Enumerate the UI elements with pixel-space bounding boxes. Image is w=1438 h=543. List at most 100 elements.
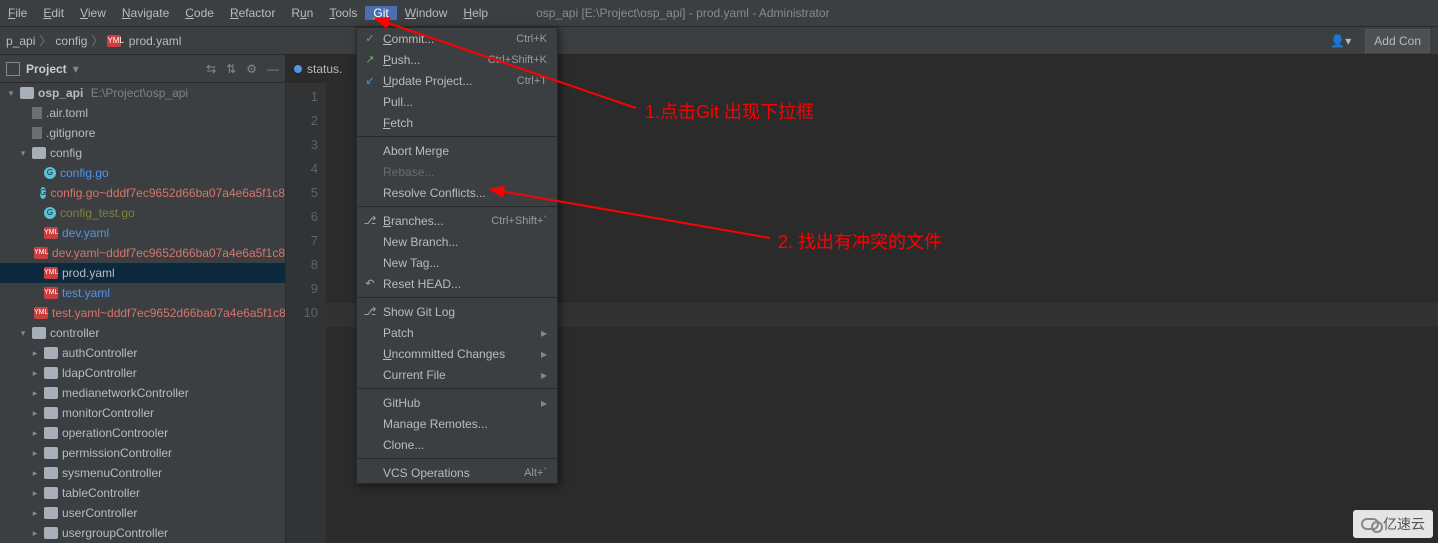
breadcrumb-bar: p_api 〉 config 〉 YML prod.yaml 👤▾ Add Co…	[0, 27, 1438, 55]
add-configuration-button[interactable]: Add Con	[1365, 29, 1430, 53]
expand-toggle-icon[interactable]: ▸	[30, 508, 40, 519]
menu-git[interactable]: Git	[365, 6, 396, 20]
git-menu-item[interactable]: Manage Remotes...	[357, 413, 557, 434]
git-menu-item[interactable]: ↶Reset HEAD...	[357, 273, 557, 294]
breadcrumb-seg[interactable]: config	[55, 34, 87, 48]
expand-toggle-icon[interactable]: ▸	[30, 408, 40, 419]
tree-label: config.go~dddf7ec9652d66ba07a4e6a5f1c8	[50, 186, 285, 200]
git-menu-item[interactable]: Clone...	[357, 434, 557, 455]
tree-row[interactable]: ▸tableController	[0, 483, 285, 503]
breadcrumb-seg[interactable]: YML prod.yaml	[107, 34, 181, 48]
expand-toggle-icon[interactable]: ▾	[18, 148, 28, 159]
tree-row[interactable]: ▾osp_api E:\Project\osp_api	[0, 83, 285, 103]
expand-toggle-icon[interactable]: ▸	[30, 448, 40, 459]
project-icon	[6, 62, 20, 76]
menu-tools[interactable]: Tools	[321, 6, 365, 20]
git-menu-item[interactable]: Abort Merge	[357, 140, 557, 161]
git-menu-item[interactable]: Patch▸	[357, 322, 557, 343]
git-menu-item[interactable]: VCS OperationsAlt+`	[357, 462, 557, 483]
tree-row[interactable]: ▾ config	[0, 143, 285, 163]
tree-row[interactable]: ▸monitorController	[0, 403, 285, 423]
git-menu-item[interactable]: New Branch...	[357, 231, 557, 252]
yml-file-icon: YML	[44, 267, 58, 279]
expand-toggle-icon[interactable]: ▸	[30, 468, 40, 479]
expand-toggle-icon[interactable]: ▸	[30, 348, 40, 359]
minimize-icon[interactable]: —	[267, 62, 279, 76]
collapse-icon[interactable]: ⇅	[226, 62, 236, 76]
git-menu-item[interactable]: Pull...	[357, 91, 557, 112]
line-number: 10	[286, 301, 318, 325]
git-menu-item[interactable]: Fetch	[357, 112, 557, 133]
menu-refactor[interactable]: Refactor	[222, 6, 283, 20]
tree-label: authController	[62, 346, 137, 360]
project-tree[interactable]: ▾osp_api E:\Project\osp_api .air.toml .git…	[0, 83, 285, 543]
menu-file[interactable]: File	[0, 6, 35, 20]
tree-row[interactable]: .air.toml	[0, 103, 285, 123]
expand-toggle-icon[interactable]: ▸	[30, 528, 40, 539]
menu-code[interactable]: Code	[177, 6, 222, 20]
menu-navigate[interactable]: Navigate	[114, 6, 177, 20]
folder-icon	[20, 87, 34, 99]
git-menu-dropdown: ✓Commit...Ctrl+K↗Push...Ctrl+Shift+K↙Upd…	[356, 27, 558, 484]
git-menu-item[interactable]: GitHub▸	[357, 392, 557, 413]
expand-toggle-icon[interactable]: ▸	[30, 388, 40, 399]
watermark: 亿速云	[1353, 510, 1433, 538]
status-dot-icon	[294, 65, 302, 73]
tree-row[interactable]: Gconfig_test.go	[0, 203, 285, 223]
expand-toggle-icon[interactable]: ▸	[30, 488, 40, 499]
user-dropdown-icon[interactable]: 👤▾	[1324, 34, 1357, 48]
menu-window[interactable]: Window	[397, 6, 456, 20]
git-menu-item[interactable]: New Tag...	[357, 252, 557, 273]
menu-view[interactable]: View	[72, 6, 114, 20]
git-menu-item[interactable]: ⎇Branches...Ctrl+Shift+`	[357, 210, 557, 231]
tree-row[interactable]: YMLprod.yaml	[0, 263, 285, 283]
expand-toggle-icon[interactable]: ▸	[30, 428, 40, 439]
git-menu-item[interactable]: ✓Commit...Ctrl+K	[357, 28, 557, 49]
tree-label: .air.toml	[46, 106, 88, 120]
git-menu-item[interactable]: Current File▸	[357, 364, 557, 385]
tree-row[interactable]: .gitignore	[0, 123, 285, 143]
chevron-right-icon: 〉	[91, 32, 103, 49]
expand-toggle-icon[interactable]: ▾	[6, 88, 16, 99]
tree-row[interactable]: ▾controller	[0, 323, 285, 343]
tree-row[interactable]: YMLdev.yaml	[0, 223, 285, 243]
menu-edit[interactable]: Edit	[35, 6, 72, 20]
tree-row[interactable]: ▸sysmenuController	[0, 463, 285, 483]
chevron-down-icon[interactable]: ▾	[73, 62, 79, 76]
tree-row[interactable]: ▸usergroupController	[0, 523, 285, 543]
tree-row[interactable]: ▸ authController	[0, 343, 285, 363]
tree-row[interactable]: ▸permissionController	[0, 443, 285, 463]
tree-row[interactable]: ▸ldapController	[0, 363, 285, 383]
line-number: 9	[286, 277, 318, 301]
go-file-icon: G	[44, 167, 56, 179]
expand-toggle-icon[interactable]: ▸	[30, 368, 40, 379]
git-menu-item[interactable]: ↙Update Project...Ctrl+T	[357, 70, 557, 91]
tree-row[interactable]: ▸medianetworkController	[0, 383, 285, 403]
tree-row[interactable]: ▸operationControoler	[0, 423, 285, 443]
git-menu-item[interactable]: Uncommitted Changes▸	[357, 343, 557, 364]
git-menu-item[interactable]: Resolve Conflicts...	[357, 182, 557, 203]
expand-icon[interactable]: ⇆	[206, 62, 216, 76]
tree-row[interactable]: YMLdev.yaml~dddf7ec9652d66ba07a4e6a5f1c8	[0, 243, 285, 263]
tree-row[interactable]: Gconfig.go~dddf7ec9652d66ba07a4e6a5f1c8	[0, 183, 285, 203]
menu-item-icon: ↗	[363, 53, 377, 66]
tree-row[interactable]: Gconfig.go	[0, 163, 285, 183]
tree-row[interactable]: ▸userController	[0, 503, 285, 523]
editor-tab[interactable]: status.	[286, 55, 351, 83]
gear-icon[interactable]: ⚙	[246, 62, 257, 76]
breadcrumb-seg[interactable]: p_api	[6, 34, 35, 48]
yml-file-icon: YML	[34, 307, 48, 319]
tree-label: config	[50, 146, 82, 160]
watermark-text: 亿速云	[1383, 514, 1425, 534]
project-label[interactable]: Project	[26, 62, 67, 76]
tree-row[interactable]: YMLtest.yaml	[0, 283, 285, 303]
menu-run[interactable]: Run	[283, 6, 321, 20]
expand-toggle-icon[interactable]: ▾	[18, 328, 28, 339]
git-menu-item[interactable]: ↗Push...Ctrl+Shift+K	[357, 49, 557, 70]
tree-row[interactable]: YMLtest.yaml~dddf7ec9652d66ba07a4e6a5f1c…	[0, 303, 285, 323]
main-area: Project ▾ ⇆ ⇅ ⚙ — ▾osp_api E:\Project\os…	[0, 55, 1438, 543]
package-icon	[44, 487, 58, 499]
menu-help[interactable]: Help	[455, 6, 496, 20]
yml-file-icon: YML	[34, 247, 48, 259]
git-menu-item[interactable]: ⎇Show Git Log	[357, 301, 557, 322]
